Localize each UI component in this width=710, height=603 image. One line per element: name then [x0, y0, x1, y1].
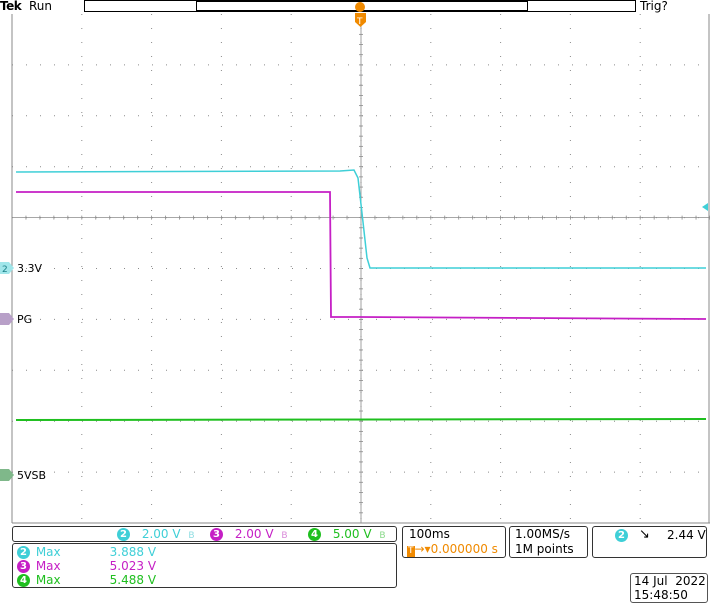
trigger-position-marker[interactable]: T	[355, 2, 366, 27]
arrow-right-icon: →▾	[414, 542, 431, 556]
ch2-scale[interactable]: 2 2.00 V B	[117, 527, 195, 541]
measurement-ch2: 2 Max 3.888 V	[17, 545, 156, 559]
ch4-badge-icon: 4	[308, 528, 321, 541]
bandwidth-limit-icon: B	[188, 531, 195, 541]
record-length: 1M points	[515, 542, 574, 556]
ch2-label: 3.3V	[17, 262, 43, 275]
channel-scale-box[interactable]: 2 2.00 V B 3 2.00 V B 4 5.00 V B	[12, 526, 397, 542]
trigger-position-icon: T	[407, 546, 415, 557]
trigger-box[interactable]: 2 ↘ 2.44 V	[592, 526, 707, 558]
svg-text:2: 2	[2, 265, 8, 275]
date: 14 Jul 2022	[634, 574, 706, 588]
datetime-box: 14 Jul 2022 15:48:50	[630, 573, 708, 603]
bandwidth-limit-icon: B	[281, 531, 288, 541]
bandwidth-limit-icon: B	[379, 531, 386, 541]
ch3-scale[interactable]: 3 2.00 V B	[210, 527, 288, 541]
svg-text:T: T	[356, 17, 363, 27]
waveform-display[interactable]: T 2	[0, 0, 710, 526]
time: 15:48:50	[634, 588, 688, 602]
horizontal-scale-box[interactable]: 100ms T→▾0.000000 s	[402, 526, 506, 558]
trigger-level-marker[interactable]	[702, 203, 708, 211]
ch4-label: 5VSB	[17, 469, 47, 482]
trigger-source-badge: 2	[615, 529, 628, 542]
falling-edge-icon: ↘	[639, 527, 650, 542]
measurement-ch3: 3 Max 5.023 V	[17, 559, 156, 573]
ch3-badge-icon: 3	[210, 528, 223, 541]
bottom-readout-panel: 2 2.00 V B 3 2.00 V B 4 5.00 V B 2 Max 3…	[0, 526, 710, 603]
horizontal-scale: 100ms	[409, 527, 450, 541]
measurements-box[interactable]: 2 Max 3.888 V 3 Max 5.023 V 4 Max 5.488 …	[12, 543, 397, 588]
ch3-label: PG	[17, 313, 33, 326]
trigger-level: 2.44 V	[667, 528, 706, 542]
ch4-waveform	[15, 418, 707, 421]
ch2-badge-icon: 2	[117, 528, 130, 541]
measurement-ch4: 4 Max 5.488 V	[17, 573, 156, 587]
acquisition-box[interactable]: 1.00MS/s 1M points	[509, 526, 588, 558]
trigger-position-readout: T→▾0.000000 s	[407, 542, 498, 557]
sample-rate: 1.00MS/s	[515, 527, 570, 541]
ch4-scale[interactable]: 4 5.00 V B	[308, 527, 386, 541]
